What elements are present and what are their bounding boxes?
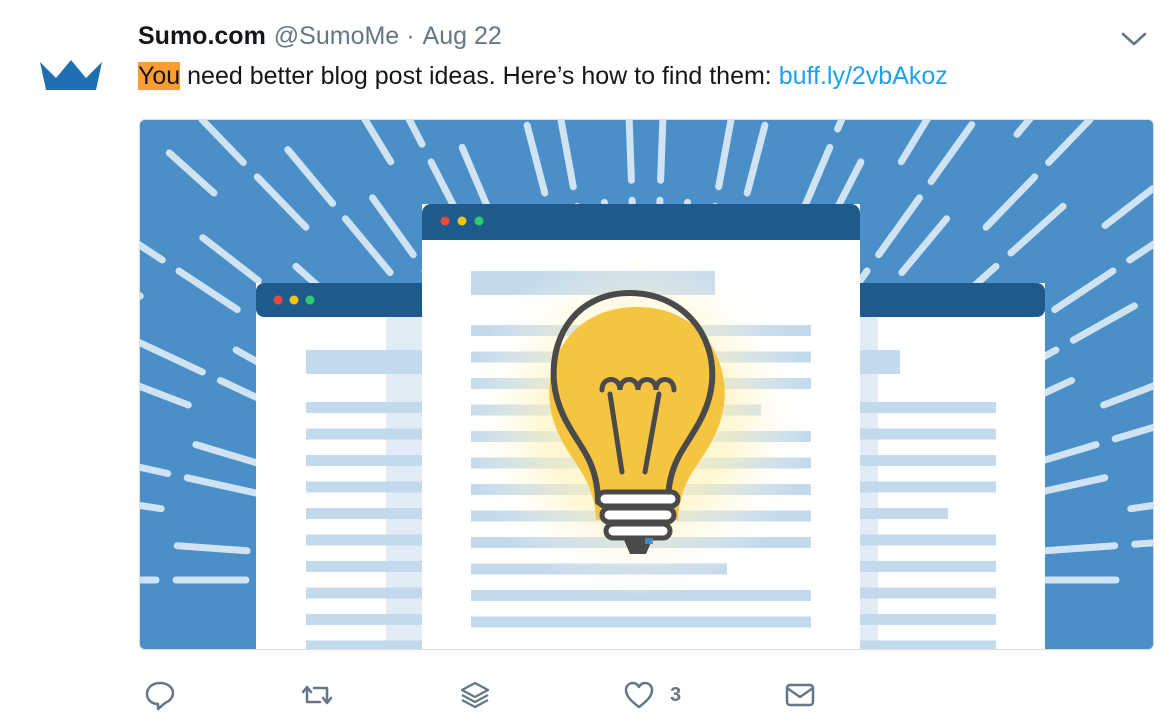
lightbulb-illustration bbox=[140, 120, 1153, 649]
tweet-media[interactable] bbox=[139, 119, 1154, 650]
retweet-button[interactable] bbox=[300, 678, 334, 712]
layers-icon bbox=[460, 681, 490, 709]
author-handle[interactable]: @SumoMe bbox=[274, 22, 399, 51]
reply-icon bbox=[145, 681, 175, 711]
like-button[interactable]: 3 bbox=[622, 678, 681, 712]
retweet-icon bbox=[301, 685, 333, 705]
envelope-icon bbox=[785, 683, 815, 707]
highlighted-word: You bbox=[138, 62, 181, 90]
tweet-header: Sumo.com @SumoMe · Aug 22 bbox=[138, 22, 502, 58]
heart-icon bbox=[624, 681, 654, 709]
direct-message-button[interactable] bbox=[783, 678, 817, 712]
tweet-date[interactable]: Aug 22 bbox=[423, 22, 502, 51]
separator-dot: · bbox=[406, 22, 415, 50]
tweet-body: need better blog post ideas. Here’s how … bbox=[180, 62, 779, 90]
chevron-down-icon[interactable] bbox=[1121, 30, 1147, 48]
tweet-actions: 3 bbox=[0, 672, 1170, 718]
tweet-link[interactable]: buff.ly/2vbAkoz bbox=[779, 62, 948, 90]
reply-button[interactable] bbox=[143, 678, 177, 712]
layers-button[interactable] bbox=[458, 678, 492, 712]
crown-logo-icon[interactable] bbox=[38, 56, 104, 92]
like-count: 3 bbox=[670, 683, 682, 706]
author-name[interactable]: Sumo.com bbox=[138, 22, 266, 51]
tweet-text: You need better blog post ideas. Here’s … bbox=[138, 62, 948, 91]
